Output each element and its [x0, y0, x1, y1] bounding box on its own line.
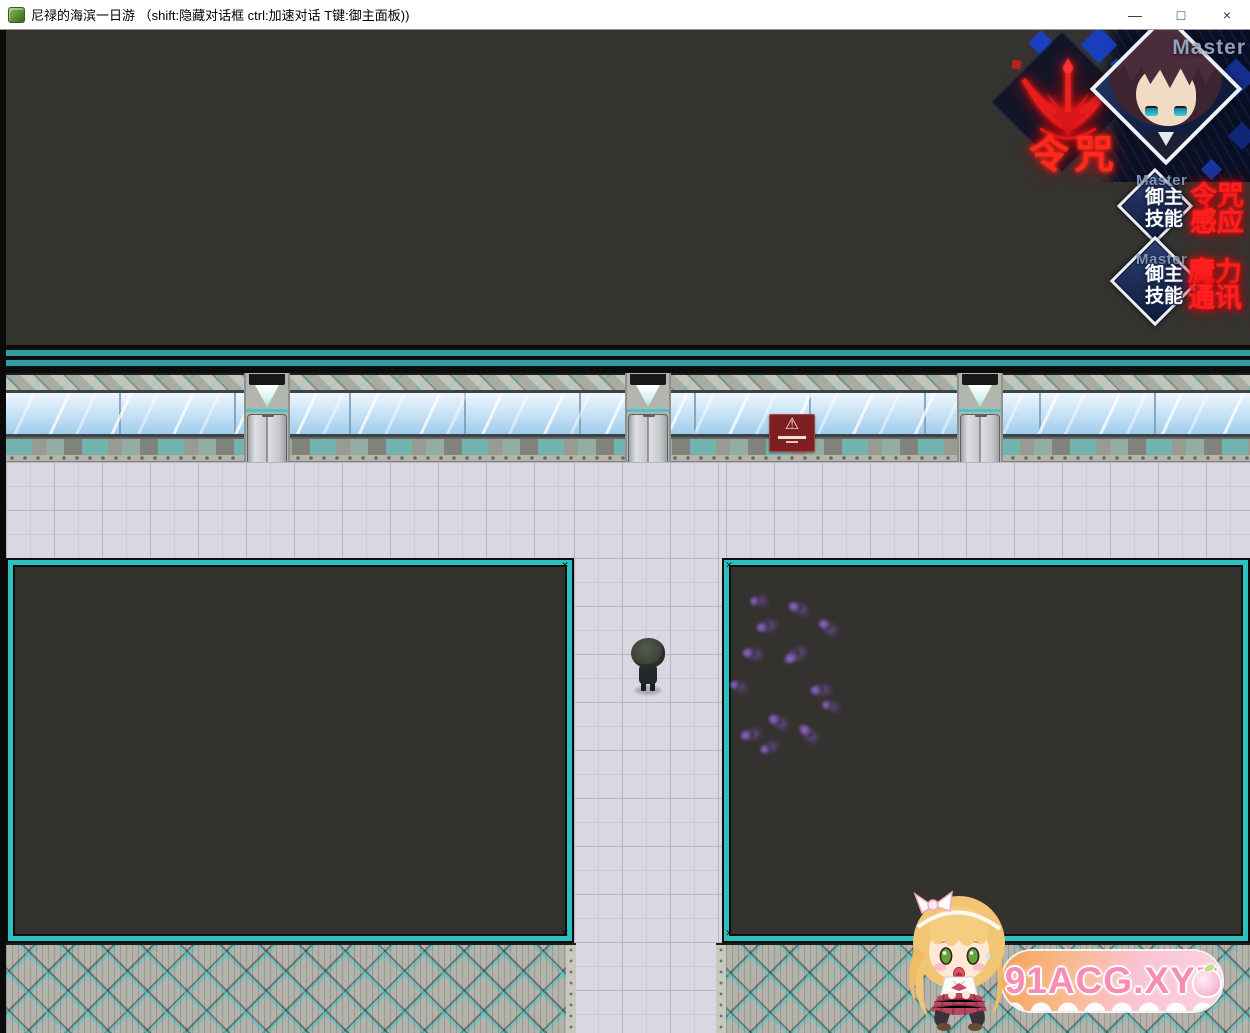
- window-controls: — □ ×: [1112, 0, 1250, 30]
- skill-owner-label: 御主 技能: [1138, 187, 1190, 231]
- watermark-site-text: 91ACG.XYZ: [1002, 960, 1222, 1002]
- player-character: [630, 638, 666, 696]
- elevator-lamp-icon: [255, 385, 279, 407]
- skill-name-line1: 令咒: [1186, 183, 1248, 209]
- skill-owner-line1: 御主: [1138, 187, 1190, 209]
- maximize-button[interactable]: □: [1158, 0, 1204, 30]
- skill-name-line1: 魔力: [1184, 259, 1246, 285]
- master-label: Master: [1172, 36, 1246, 60]
- command-seal-label: 令咒: [1022, 122, 1126, 180]
- game-viewport: ⚠ ✕ ✕ ✕ ✕: [0, 30, 1250, 1033]
- skill-owner-line2: 技能: [1138, 209, 1190, 231]
- watermark-badge: 91ACG.XYZ: [1002, 951, 1222, 1011]
- rpg-maker-app-icon: [8, 7, 25, 23]
- corner-screw-icon: ✕: [560, 560, 570, 570]
- skill-name-label: 魔力 通讯: [1184, 259, 1246, 311]
- app-window: 尼禄的海滨一日游 （shift:隐藏对话框 ctrl:加速对话 T键:御主面板)…: [0, 0, 1250, 1033]
- watermark-chibi-girl: [898, 885, 1022, 1033]
- peach-icon: [1192, 968, 1222, 998]
- elevator-center: [625, 373, 671, 462]
- sign-text-bar: [778, 436, 806, 439]
- close-button[interactable]: ×: [1204, 0, 1250, 30]
- elevator-doors: [628, 414, 668, 462]
- elevator-lamp-housing: [630, 374, 666, 385]
- dark-room-left: [6, 558, 574, 943]
- wall-teal-stripes: [6, 345, 1250, 373]
- skill-owner-label: 御主 技能: [1138, 264, 1190, 308]
- sign-text-bar: [786, 441, 798, 443]
- floor-corridor: [574, 462, 722, 1033]
- elevator-lamp-housing: [249, 374, 285, 385]
- corner-screw-icon: ✕: [560, 928, 570, 938]
- portrait-eye: [1174, 106, 1187, 116]
- corridor-edge-column: [566, 943, 576, 1033]
- skill-name-line2: 感应: [1186, 209, 1248, 235]
- elevator-trim: [627, 409, 669, 412]
- bottom-wall-left: [6, 943, 566, 1033]
- elevator-lamp-housing: [962, 374, 998, 385]
- window-title: 尼禄的海滨一日游 （shift:隐藏对话框 ctrl:加速对话 T键:御主面板)…: [31, 5, 409, 24]
- player-hair: [631, 638, 665, 668]
- skill-name-line2: 通讯: [1184, 285, 1246, 311]
- corner-screw-icon: ✕: [724, 928, 734, 938]
- elevator-doors: [960, 414, 1000, 462]
- warning-sign: ⚠: [769, 414, 815, 452]
- elevator-lamp-icon: [968, 385, 992, 407]
- elevator-trim: [246, 409, 288, 412]
- minimize-button[interactable]: —: [1112, 0, 1158, 30]
- elevator-lamp-icon: [636, 385, 660, 407]
- skill-name-label: 令咒 感应: [1186, 183, 1248, 235]
- elevator-left: [244, 373, 290, 462]
- elevator-trim: [959, 409, 1001, 412]
- skill-owner-line1: 御主: [1138, 264, 1190, 286]
- corner-screw-icon: ✕: [724, 560, 734, 570]
- warning-icon: ⚠: [785, 416, 799, 434]
- corridor-edge-column: [716, 943, 726, 1033]
- skill-owner-line2: 技能: [1138, 286, 1190, 308]
- elevator-right: [957, 373, 1003, 462]
- title-bar: 尼禄的海滨一日游 （shift:隐藏对话框 ctrl:加速对话 T键:御主面板)…: [0, 0, 1250, 30]
- portrait-eye: [1145, 106, 1158, 116]
- elevator-doors: [247, 414, 287, 462]
